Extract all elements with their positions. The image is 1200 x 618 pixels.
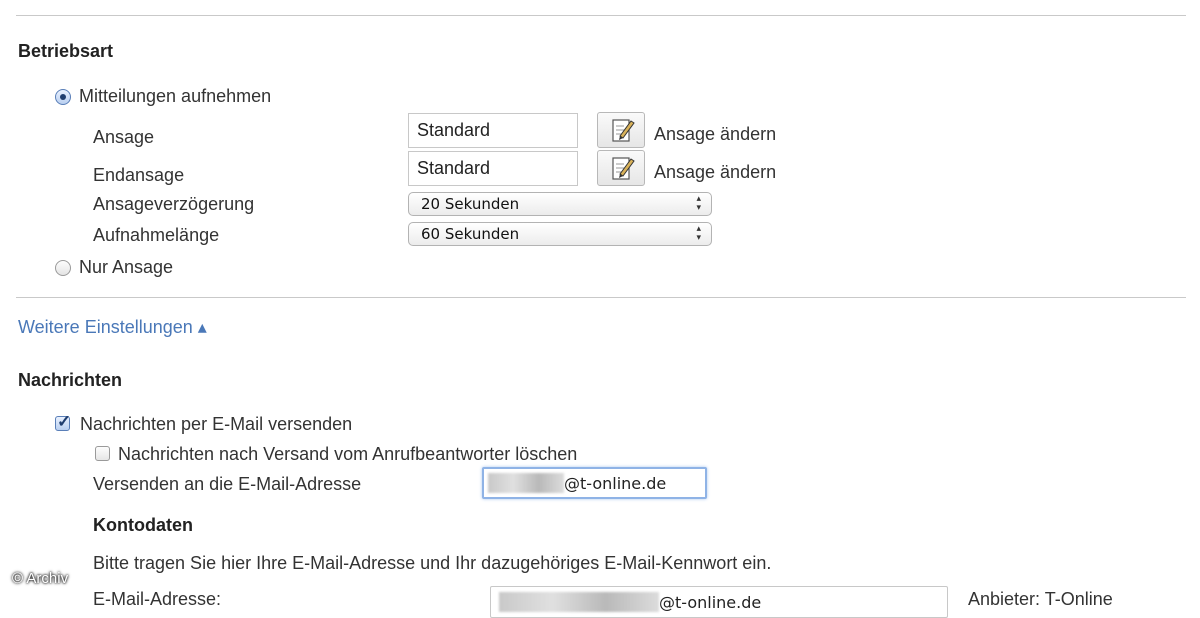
section-heading-operating-mode: Betriebsart [18, 41, 114, 61]
send-to-email-suffix: @t-online.de [564, 473, 667, 493]
redacted-account-email [499, 592, 659, 612]
edit-note-icon [612, 157, 635, 180]
account-email-input[interactable]: @t-online.de [490, 586, 948, 618]
edit-end-announcement-label[interactable]: Ansage ändern [654, 162, 776, 183]
checkbox-send-email[interactable]: ✓ [55, 412, 72, 431]
recording-length-select[interactable]: 60 Sekunden ▴ ▾ [408, 222, 712, 246]
checkmark-icon: ✓ [57, 412, 72, 431]
updown-arrows-icon: ▴ ▾ [696, 224, 701, 243]
announcement-delay-select[interactable]: 20 Sekunden ▴ ▾ [408, 192, 712, 216]
edit-announcement-label[interactable]: Ansage ändern [654, 124, 776, 145]
recording-length-value: 60 Sekunden [421, 225, 520, 243]
checkbox-delete-after-send[interactable] [95, 446, 110, 461]
copyright-watermark: © Archiv [12, 570, 69, 587]
checkbox-send-email-label[interactable]: Nachrichten per E-Mail versenden [80, 414, 352, 435]
send-to-email-label: Versenden an die E-Mail-Adresse [93, 474, 362, 494]
account-instruction: Bitte tragen Sie hier Ihre E-Mail-Adress… [93, 553, 772, 573]
recording-length-label: Aufnahmelänge [93, 225, 220, 245]
top-divider [16, 15, 1186, 16]
edit-note-icon [612, 119, 635, 142]
section-heading-account: Kontodaten [93, 515, 193, 535]
send-to-email-input[interactable]: @t-online.de [482, 467, 707, 499]
announcement-value: Standard [417, 120, 491, 140]
middle-divider [16, 297, 1186, 298]
announcement-label: Ansage [93, 127, 155, 147]
radio-record-messages[interactable] [55, 89, 71, 105]
end-announcement-value: Standard [417, 158, 491, 178]
announcement-delay-value: 20 Sekunden [421, 195, 520, 213]
announcement-delay-label: Ansageverzögerung [93, 194, 255, 214]
announcement-field: Standard [408, 113, 578, 148]
edit-end-announcement-button[interactable] [597, 150, 645, 186]
section-heading-messages: Nachrichten [18, 370, 123, 390]
account-email-suffix: @t-online.de [659, 592, 762, 612]
edit-announcement-button[interactable] [597, 112, 645, 148]
more-settings-toggle[interactable]: Weitere Einstellungen ▴ [18, 317, 207, 338]
end-announcement-label: Endansage [93, 165, 185, 185]
redacted-email-local-part [488, 473, 564, 493]
updown-arrows-icon: ▴ ▾ [696, 194, 701, 213]
radio-announcement-only-label[interactable]: Nur Ansage [79, 257, 173, 278]
checkbox-delete-after-send-label[interactable]: Nachrichten nach Versand vom Anrufbeantw… [118, 444, 577, 465]
end-announcement-field: Standard [408, 151, 578, 186]
radio-announcement-only[interactable] [55, 260, 71, 276]
radio-record-messages-label[interactable]: Mitteilungen aufnehmen [79, 86, 271, 107]
